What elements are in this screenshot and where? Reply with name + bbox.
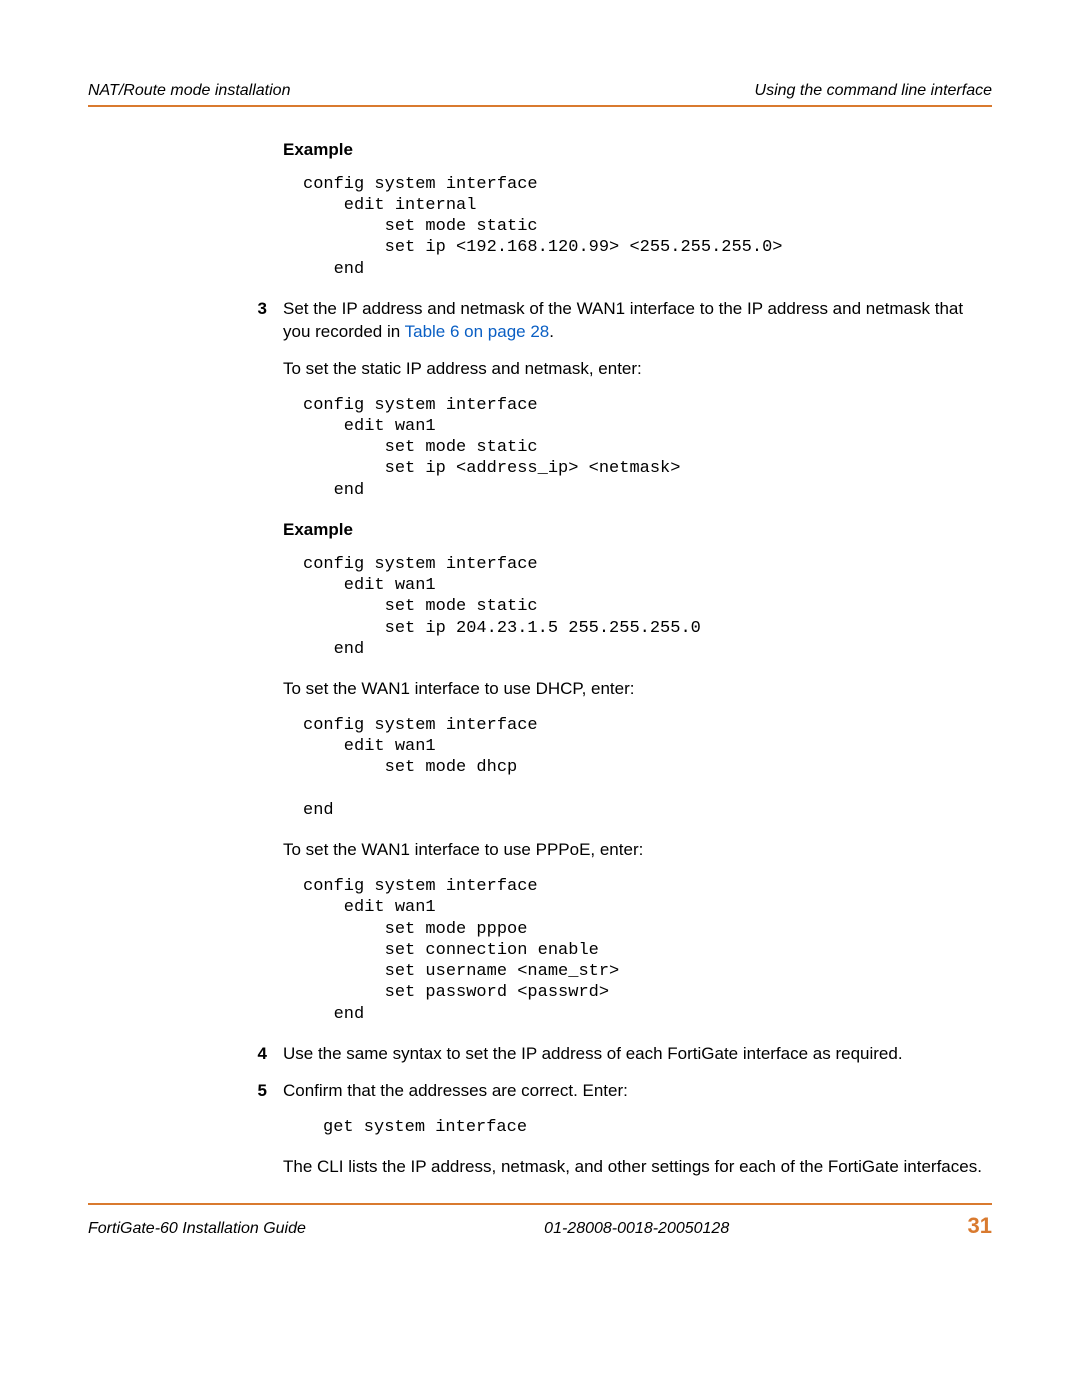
code-block-6: get system interface [323, 1117, 992, 1138]
para-cli-list: The CLI lists the IP address, netmask, a… [283, 1156, 992, 1179]
footer: FortiGate-60 Installation Guide 01-28008… [88, 1203, 992, 1241]
code-block-4: config system interface edit wan1 set mo… [303, 715, 992, 821]
para-pppoe: To set the WAN1 interface to use PPPoE, … [283, 839, 992, 862]
step-5: 5 Confirm that the addresses are correct… [283, 1080, 992, 1103]
header-rule [88, 105, 992, 107]
step-4: 4 Use the same syntax to set the IP addr… [283, 1043, 992, 1066]
para-dhcp: To set the WAN1 interface to use DHCP, e… [283, 678, 992, 701]
content-area: Example config system interface edit int… [283, 139, 992, 1179]
step-3-number: 3 [243, 298, 283, 344]
header-left: NAT/Route mode installation [88, 80, 290, 102]
page: NAT/Route mode installation Using the co… [0, 0, 1080, 1291]
running-header: NAT/Route mode installation Using the co… [88, 80, 992, 102]
footer-rule [88, 1203, 992, 1205]
step-3-text-a: Set the IP address and netmask of the WA… [283, 299, 963, 341]
table-link[interactable]: Table 6 on page 28 [405, 322, 550, 341]
footer-left: FortiGate-60 Installation Guide [88, 1218, 306, 1240]
example-heading-2: Example [283, 519, 992, 542]
step-5-number: 5 [243, 1080, 283, 1103]
para-static: To set the static IP address and netmask… [283, 358, 992, 381]
page-number: 31 [968, 1211, 992, 1241]
step-3-text-b: . [549, 322, 554, 341]
header-right: Using the command line interface [755, 80, 992, 102]
code-block-2: config system interface edit wan1 set mo… [303, 395, 992, 501]
step-5-body: Confirm that the addresses are correct. … [283, 1080, 992, 1103]
footer-row: FortiGate-60 Installation Guide 01-28008… [88, 1211, 992, 1241]
footer-center: 01-28008-0018-20050128 [544, 1218, 729, 1240]
code-block-5: config system interface edit wan1 set mo… [303, 876, 992, 1025]
code-block-1: config system interface edit internal se… [303, 174, 992, 280]
step-4-number: 4 [243, 1043, 283, 1066]
step-4-body: Use the same syntax to set the IP addres… [283, 1043, 992, 1066]
step-3-body: Set the IP address and netmask of the WA… [283, 298, 992, 344]
example-heading-1: Example [283, 139, 992, 162]
step-3: 3 Set the IP address and netmask of the … [283, 298, 992, 344]
code-block-3: config system interface edit wan1 set mo… [303, 554, 992, 660]
